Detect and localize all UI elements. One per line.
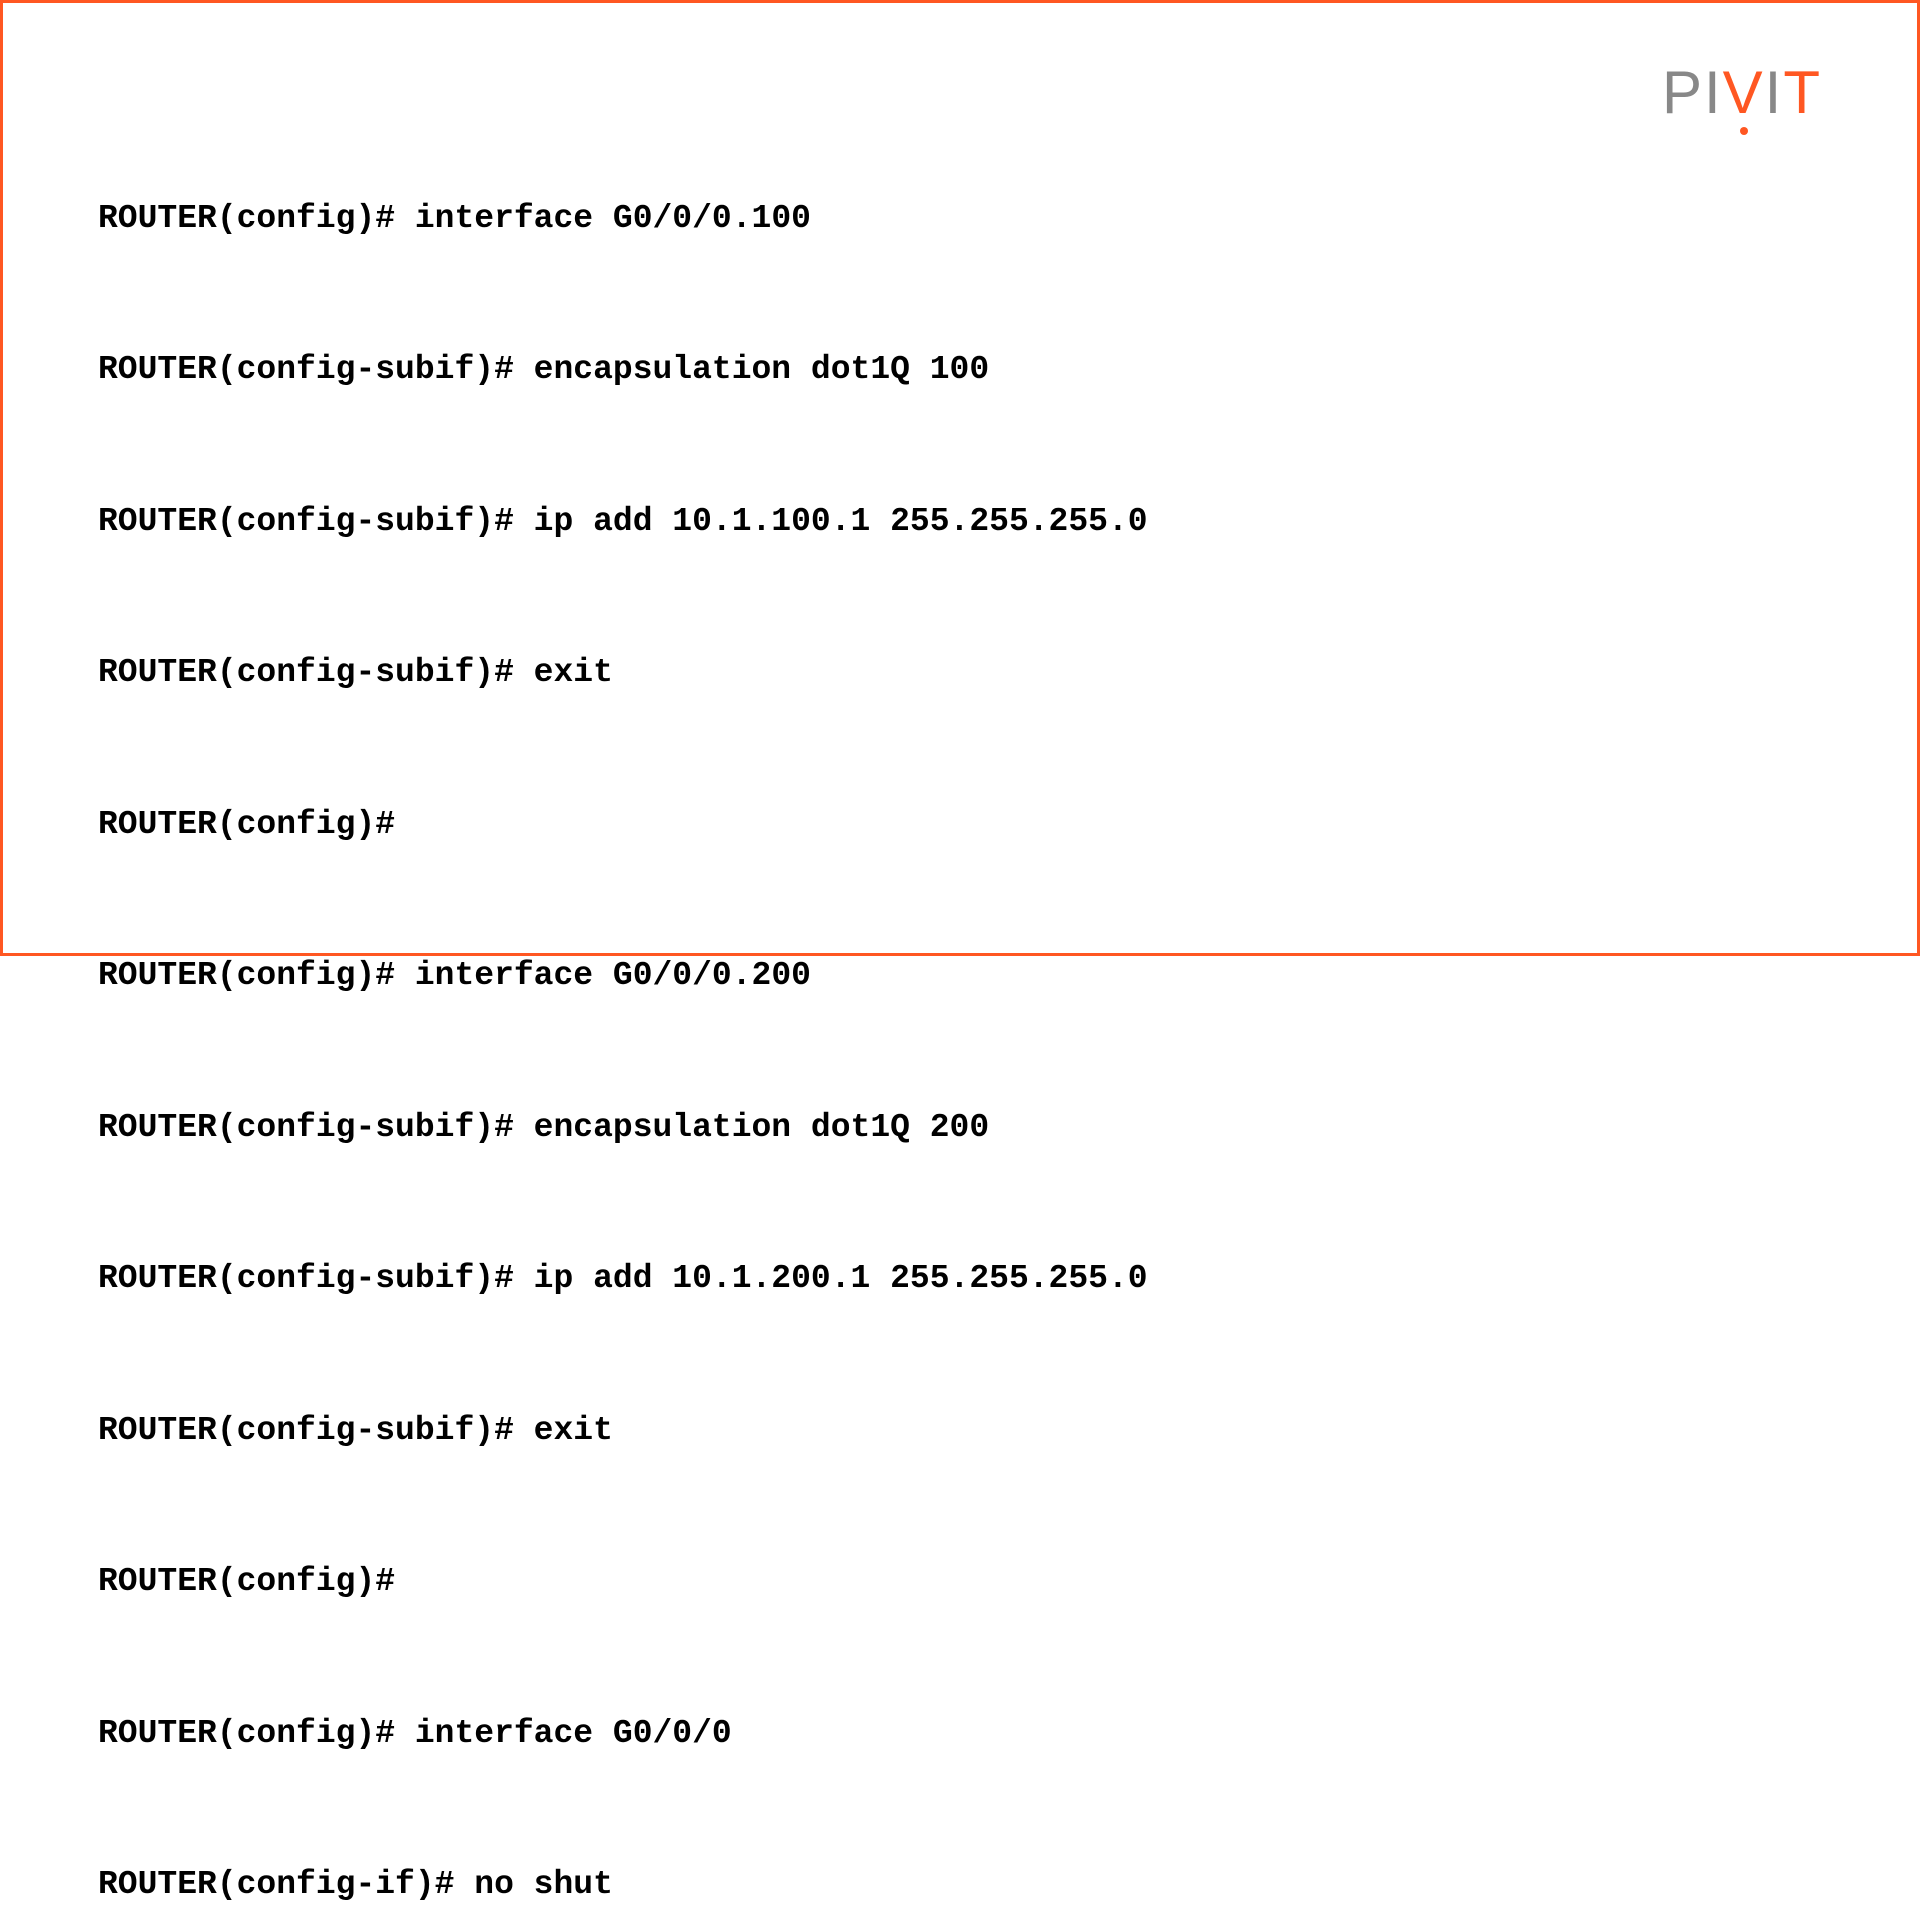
terminal-line: ROUTER(config-subif)# ip add 10.1.100.1 …: [98, 497, 1148, 547]
logo-text-v: V: [1723, 59, 1765, 126]
terminal-line: ROUTER(config)#: [98, 800, 1148, 850]
terminal-prompt: ROUTER(config-subif)#: [98, 1109, 534, 1146]
logo-text-i: I: [1765, 59, 1784, 126]
terminal-command: encapsulation dot1Q 200: [534, 1109, 989, 1146]
terminal-command: no shut: [474, 1866, 613, 1903]
terminal-line: ROUTER(config)# interface G0/0/0.100: [98, 194, 1148, 244]
terminal-line: ROUTER(config-subif)# ip add 10.1.200.1 …: [98, 1254, 1148, 1304]
terminal-command: exit: [534, 654, 613, 691]
terminal-prompt: ROUTER(config)#: [98, 200, 415, 237]
terminal-command: encapsulation dot1Q 100: [534, 351, 989, 388]
terminal-prompt: ROUTER(config)#: [98, 1563, 395, 1600]
terminal-prompt: ROUTER(config)#: [98, 806, 395, 843]
terminal-command: interface G0/0/0: [415, 1715, 732, 1752]
logo-text-pi: PI: [1662, 59, 1723, 126]
terminal-line: ROUTER(config-subif)# encapsulation dot1…: [98, 1103, 1148, 1153]
terminal-command: ip add 10.1.100.1 255.255.255.0: [534, 503, 1148, 540]
terminal-prompt: ROUTER(config)#: [98, 957, 415, 994]
terminal-line: ROUTER(config)# interface G0/0/0: [98, 1709, 1148, 1759]
terminal-command: interface G0/0/0.200: [415, 957, 811, 994]
terminal-line: ROUTER(config-subif)# exit: [98, 648, 1148, 698]
logo-text-t: T: [1783, 59, 1822, 126]
terminal-command: ip add 10.1.200.1 255.255.255.0: [534, 1260, 1148, 1297]
terminal-prompt: ROUTER(config-subif)#: [98, 1260, 534, 1297]
terminal-prompt: ROUTER(config-subif)#: [98, 503, 534, 540]
terminal-prompt: ROUTER(config-if)#: [98, 1866, 474, 1903]
pivit-logo: PIVIT: [1662, 58, 1822, 127]
terminal-prompt: ROUTER(config-subif)#: [98, 351, 534, 388]
terminal-line: ROUTER(config-if)# no shut: [98, 1860, 1148, 1910]
terminal-command: exit: [534, 1412, 613, 1449]
terminal-prompt: ROUTER(config)#: [98, 1715, 415, 1752]
terminal-output: ROUTER(config)# interface G0/0/0.100 ROU…: [98, 93, 1148, 1912]
terminal-prompt: ROUTER(config-subif)#: [98, 654, 534, 691]
terminal-line: ROUTER(config)# interface G0/0/0.200: [98, 951, 1148, 1001]
terminal-line: ROUTER(config)#: [98, 1557, 1148, 1607]
logo-dot-icon: [1740, 127, 1748, 135]
terminal-prompt: ROUTER(config-subif)#: [98, 1412, 534, 1449]
terminal-line: ROUTER(config-subif)# exit: [98, 1406, 1148, 1456]
terminal-line: ROUTER(config-subif)# encapsulation dot1…: [98, 345, 1148, 395]
terminal-command: interface G0/0/0.100: [415, 200, 811, 237]
